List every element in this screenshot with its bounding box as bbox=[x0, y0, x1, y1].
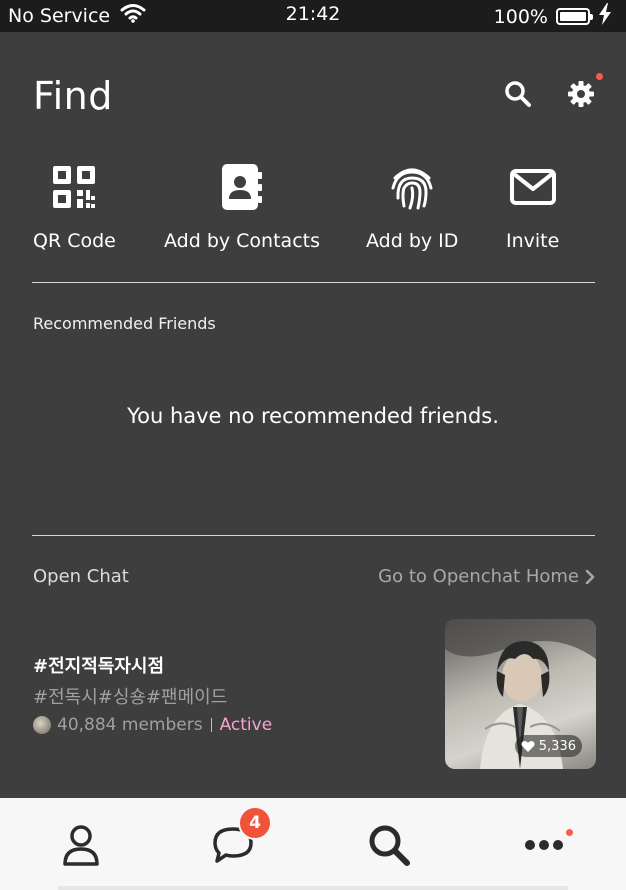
battery-icon bbox=[556, 8, 593, 25]
member-count: 40,884 members bbox=[57, 715, 203, 735]
home-indicator bbox=[58, 886, 568, 890]
nav-find-tab[interactable] bbox=[364, 820, 414, 870]
add-by-contacts-button[interactable]: Add by Contacts bbox=[164, 160, 320, 252]
carrier-label: No Service bbox=[8, 4, 111, 27]
settings-button[interactable] bbox=[565, 73, 603, 110]
avatar bbox=[33, 716, 51, 734]
search-icon bbox=[369, 825, 410, 866]
openchat-home-label: Go to Openchat Home bbox=[378, 566, 579, 587]
notification-dot bbox=[596, 73, 603, 80]
status-right: 100% bbox=[494, 3, 612, 30]
nav-friends-tab[interactable] bbox=[56, 820, 106, 870]
status-left: No Service bbox=[8, 3, 146, 28]
empty-recommendations-message: You have no recommended friends. bbox=[127, 404, 499, 428]
status-badge: Active bbox=[219, 715, 273, 735]
quick-actions: QR Code Add by Contacts Add by ID Invite bbox=[0, 160, 626, 260]
qr-code-icon bbox=[49, 160, 99, 214]
notification-dot bbox=[566, 829, 573, 836]
more-dots-icon bbox=[525, 840, 563, 850]
contacts-book-icon bbox=[217, 160, 267, 214]
person-icon bbox=[63, 825, 99, 866]
page-title: Find bbox=[33, 74, 113, 118]
recommended-friends-title: Recommended Friends bbox=[33, 314, 216, 333]
like-count-pill: 5,336 bbox=[514, 735, 582, 757]
openchat-thumbnail: 5,336 bbox=[445, 619, 596, 769]
add-by-id-label: Add by ID bbox=[366, 230, 459, 252]
nav-more-tab[interactable] bbox=[519, 820, 573, 870]
invite-label: Invite bbox=[506, 230, 560, 252]
add-by-id-button[interactable]: Add by ID bbox=[366, 160, 458, 252]
qr-code-button[interactable]: QR Code bbox=[33, 160, 116, 252]
heart-icon bbox=[521, 740, 535, 752]
divider bbox=[32, 535, 595, 536]
search-button[interactable] bbox=[502, 78, 534, 110]
invite-button[interactable]: Invite bbox=[506, 160, 559, 252]
go-to-openchat-home-link[interactable]: Go to Openchat Home bbox=[378, 566, 595, 587]
status-bar: No Service 21:42 100% bbox=[0, 0, 626, 32]
openchat-name: #전지적독자시점 bbox=[33, 656, 165, 677]
gear-icon bbox=[568, 81, 594, 107]
bottom-nav: 4 bbox=[0, 798, 626, 890]
search-icon bbox=[505, 81, 531, 107]
unread-badge: 4 bbox=[238, 806, 272, 840]
charging-icon bbox=[598, 3, 612, 30]
add-by-contacts-label: Add by Contacts bbox=[164, 230, 320, 252]
chevron-right-icon bbox=[585, 569, 595, 584]
wifi-icon bbox=[120, 3, 146, 28]
openchat-meta: 40,884 members Active bbox=[33, 715, 272, 735]
qr-code-label: QR Code bbox=[33, 230, 116, 252]
open-chat-title: Open Chat bbox=[33, 566, 129, 587]
battery-percent: 100% bbox=[493, 5, 548, 28]
nav-chats-tab[interactable]: 4 bbox=[208, 806, 272, 870]
divider bbox=[32, 282, 595, 283]
openchat-tags: #전독시#싱숑#팬메이드 bbox=[33, 687, 228, 708]
like-count: 5,336 bbox=[538, 738, 576, 754]
meta-separator bbox=[210, 718, 212, 732]
envelope-icon bbox=[508, 160, 558, 214]
fingerprint-icon bbox=[387, 160, 437, 214]
